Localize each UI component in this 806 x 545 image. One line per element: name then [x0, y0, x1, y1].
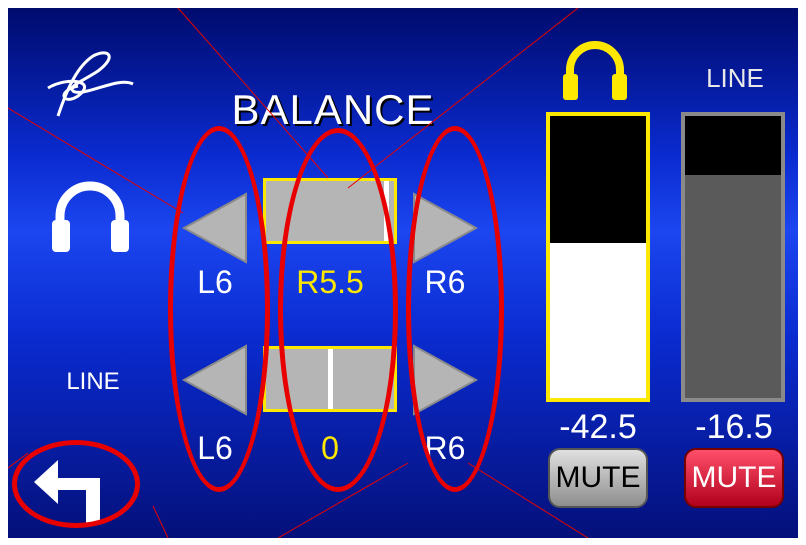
- balance-screen: BALANCE LINE L6 R5.5 R6 L6 0 R6 LINE -42…: [8, 8, 798, 538]
- annotation-overlay: [8, 8, 589, 538]
